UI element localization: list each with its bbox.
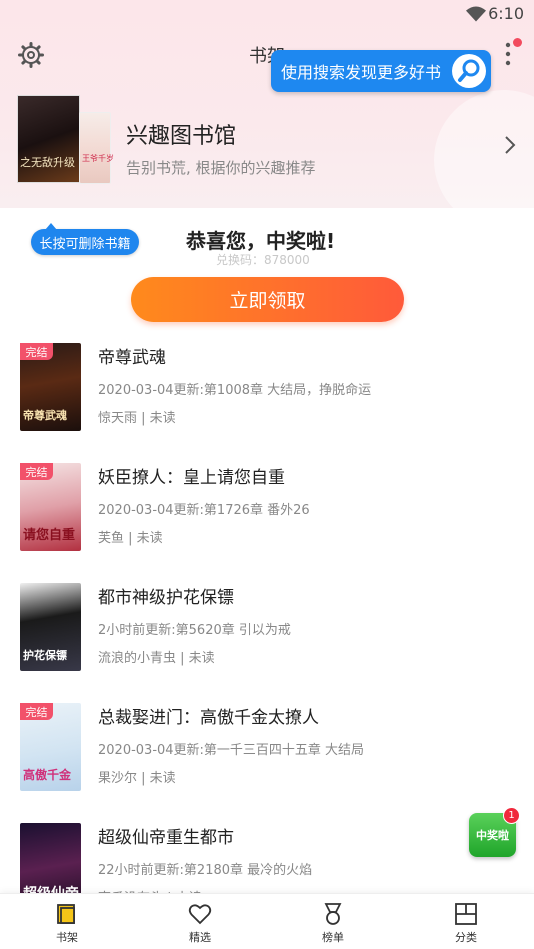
- banner-cover-text-secondary: 王爷千岁: [82, 154, 114, 163]
- book-title: 超级仙帝重生都市: [98, 828, 234, 848]
- nav-tab-rankings[interactable]: 榜单: [293, 894, 373, 949]
- nav-tab-label: 榜单: [322, 931, 344, 944]
- book-update: 22小时前更新:第2180章 最冷的火焰: [98, 863, 313, 878]
- book-list-item[interactable]: 请您自重 完结 妖臣撩人：皇上请您自重 2020-03-04更新:第1726章 …: [0, 463, 534, 563]
- notification-dot: [513, 38, 522, 47]
- nav-tab-label: 分类: [455, 931, 477, 944]
- book-cover-text: 请您自重: [23, 528, 76, 543]
- banner-subtitle: 告别书荒, 根据你的兴趣推荐: [126, 159, 316, 177]
- nav-tab-featured[interactable]: 精选: [160, 894, 240, 949]
- claim-now-button[interactable]: 立即领取: [131, 277, 404, 322]
- prize-title: 恭喜您，中奖啦!: [186, 229, 336, 253]
- book-title: 帝尊武魂: [98, 348, 166, 368]
- nav-tab-categories[interactable]: 分类: [426, 894, 506, 949]
- book-update: 2020-03-04更新:第1008章 大结局，挣脱命运: [98, 383, 372, 398]
- prize-code: 兑换码：878000: [216, 253, 310, 267]
- search-icon: [452, 54, 486, 88]
- floating-prize-label: 中奖啦: [476, 829, 509, 842]
- nav-tab-bookshelf[interactable]: 书架: [27, 894, 107, 949]
- heart-icon: [188, 904, 212, 925]
- bookshelf-icon: [57, 904, 75, 924]
- book-author-status: 芙鱼 | 未读: [98, 531, 163, 546]
- wifi-icon: [466, 6, 486, 22]
- book-list-item[interactable]: 高傲千金 完结 总裁娶进门：高傲千金太撩人 2020-03-04更新:第一千三百…: [0, 703, 534, 803]
- nav-tab-label: 精选: [189, 931, 211, 944]
- book-list-item[interactable]: 护花保镖 都市神级护花保镖 2小时前更新:第5620章 引以为戒 流浪的小青虫 …: [0, 583, 534, 683]
- status-bar: 6:10: [0, 0, 534, 30]
- search-button-label: 使用搜索发现更多好书: [281, 63, 442, 82]
- book-update: 2020-03-04更新:第一千三百四十五章 大结局: [98, 743, 365, 758]
- banner-book-cover: 之无敌升级: [17, 95, 80, 183]
- banner-cover-text: 之无敌升级: [20, 156, 75, 169]
- bottom-navigation: 书架 精选 榜单 分类: [0, 893, 534, 949]
- long-press-tip-label: 长按可删除书籍: [39, 236, 131, 252]
- book-cover-text: 护花保镖: [23, 649, 67, 662]
- settings-gear-icon[interactable]: [18, 42, 44, 68]
- chevron-right-icon[interactable]: [500, 133, 520, 157]
- book-update: 2小时前更新:第5620章 引以为戒: [98, 623, 291, 638]
- long-press-tip: 长按可删除书籍: [31, 223, 139, 255]
- book-title: 都市神级护花保镖: [98, 588, 234, 608]
- completed-tag: 完结: [20, 703, 53, 720]
- book-list-item[interactable]: 帝尊武魂 完结 帝尊武魂 2020-03-04更新:第1008章 大结局，挣脱命…: [0, 343, 534, 443]
- book-author-status: 果沙尔 | 未读: [98, 771, 176, 786]
- book-cover-text: 帝尊武魂: [23, 409, 67, 422]
- floating-prize-count-badge: 1: [503, 807, 520, 824]
- book-title: 总裁娶进门：高傲千金太撩人: [98, 708, 319, 728]
- search-button[interactable]: 使用搜索发现更多好书: [271, 50, 491, 92]
- category-icon: [455, 903, 477, 925]
- completed-tag: 完结: [20, 463, 53, 480]
- book-update: 2020-03-04更新:第1726章 番外26: [98, 503, 310, 518]
- banner-title: 兴趣图书馆: [126, 124, 237, 149]
- book-cover: 护花保镖: [20, 583, 81, 671]
- banner-book-cover-secondary: 王爷千岁: [79, 112, 114, 184]
- claim-button-label: 立即领取: [229, 290, 306, 312]
- book-author-status: 流浪的小青虫 | 未读: [98, 651, 215, 666]
- nav-tab-label: 书架: [56, 931, 78, 944]
- book-author-status: 惊天雨 | 未读: [98, 411, 176, 426]
- book-cover-text: 高傲千金: [23, 768, 72, 782]
- status-time: 6:10: [488, 4, 524, 23]
- medal-icon: [324, 903, 342, 925]
- book-title: 妖臣撩人：皇上请您自重: [98, 468, 285, 488]
- completed-tag: 完结: [20, 343, 53, 360]
